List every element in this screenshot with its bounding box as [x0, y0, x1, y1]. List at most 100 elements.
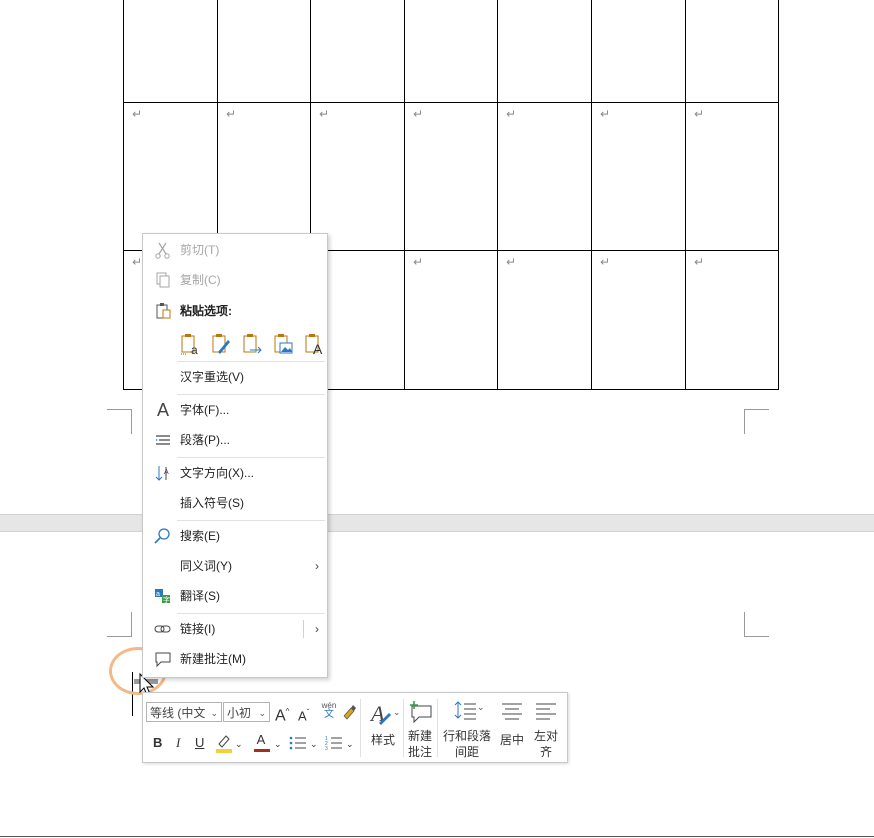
grow-font-button[interactable]: A^: [275, 704, 289, 724]
table-col-border: [591, 0, 592, 390]
paragraph-mark: ↵: [132, 107, 143, 121]
align-left-label-line1: 左对: [533, 729, 558, 743]
shrink-font-button[interactable]: Aˇ: [298, 705, 309, 724]
styles-icon: A ⌄: [369, 701, 399, 726]
svg-text:⌄: ⌄: [477, 702, 484, 712]
toolbar-separator: [403, 699, 404, 757]
paste-keep-source-icon[interactable]: a: [179, 332, 201, 357]
font-family-select[interactable]: 等线 (中文 ⌄: [146, 702, 222, 722]
table-col-border: [778, 0, 779, 390]
align-center-icon: [502, 703, 522, 720]
chevron-down-icon: ⌄: [258, 708, 266, 718]
paste-keep-source-icon: a: [181, 334, 198, 357]
submenu-arrow-icon[interactable]: ›: [315, 622, 319, 636]
chevron-down-icon[interactable]: ⌄: [235, 736, 243, 752]
context-menu: 剪切(T) 复制(C) 粘贴选项: a A 汉字重选(V) A 字体(F)...…: [142, 233, 328, 678]
line-spacing-button[interactable]: ⌄ 行和段落 间距: [440, 699, 494, 759]
align-center-button[interactable]: 居中: [496, 699, 528, 757]
menu-item-cut[interactable]: 剪切(T): [143, 237, 327, 263]
numbered-list-icon[interactable]: 1 2 3: [325, 735, 343, 751]
line-spacing-label-line1: 行和段落: [442, 729, 491, 743]
shrink-font-label: A: [298, 708, 307, 724]
paste-picture-icon[interactable]: [272, 332, 294, 356]
comment-add-icon: [410, 701, 432, 724]
chevron-down-icon: ⌄: [210, 708, 218, 718]
highlighter-icon[interactable]: [215, 733, 233, 753]
page-corner-mark: [744, 409, 769, 434]
text-direction-icon: A: [155, 466, 169, 481]
font-icon: A: [156, 400, 169, 420]
paragraph-mark: ↵: [506, 255, 517, 269]
paste-text-only-icon[interactable]: A: [303, 332, 325, 357]
menu-item-translate[interactable]: a 字 翻译(S): [143, 583, 327, 609]
menu-item-new-comment[interactable]: 新建批注(M): [143, 646, 327, 672]
format-painter-icon[interactable]: [340, 703, 358, 721]
menu-item-synonyms[interactable]: 同义词(Y) ›: [143, 553, 327, 579]
svg-text:a: a: [156, 591, 160, 598]
paste-merge-format-icon: [212, 334, 230, 354]
styles-label: 样式: [370, 733, 395, 747]
paragraph-mark: ↵: [413, 107, 424, 121]
chevron-down-icon[interactable]: ⌄: [310, 736, 318, 752]
page-corner-mark: [107, 612, 132, 637]
chevron-down-icon[interactable]: ⌄: [274, 736, 282, 752]
svg-text:a: a: [191, 343, 198, 356]
caret-down-icon: ˇ: [306, 708, 310, 717]
bold-button[interactable]: B: [153, 735, 162, 751]
align-center-label: 居中: [499, 733, 524, 747]
paste-picture-icon: [274, 334, 293, 354]
menu-item-label: 字体(F)...: [180, 403, 230, 417]
menu-item-label: 剪切(T): [180, 243, 220, 257]
menu-item-label: 汉字重选(V): [180, 370, 244, 384]
page-bottom-edge: [0, 836, 874, 837]
paragraph-mark: ↵: [506, 107, 517, 121]
page-corner-mark: [744, 612, 769, 637]
align-left-label-line2: 齐: [539, 745, 552, 759]
menu-item-label: 翻译(S): [180, 589, 220, 603]
menu-separator: [177, 457, 325, 458]
table-col-border: [123, 0, 124, 390]
grow-font-label: A: [275, 707, 286, 725]
menu-item-label: 插入符号(S): [180, 496, 244, 510]
phonetic-guide-button[interactable]: wén 文: [320, 702, 338, 720]
menu-item-label: 同义词(Y): [180, 559, 232, 573]
menu-item-hanzi-reselect[interactable]: 汉字重选(V): [143, 364, 327, 390]
menu-item-paragraph[interactable]: 段落(P)...: [143, 427, 327, 453]
paste-text-only-icon: A: [305, 334, 323, 357]
paragraph-mark: ↵: [226, 107, 237, 121]
menu-item-copy[interactable]: 复制(C): [143, 267, 327, 293]
paragraph-icon: [156, 435, 170, 445]
styles-button[interactable]: A ⌄ 样式: [365, 699, 401, 757]
paste-link-icon[interactable]: [241, 332, 263, 356]
menu-item-label: 段落(P)...: [180, 433, 230, 447]
toolbar-separator: [437, 699, 438, 757]
search-icon: [154, 528, 170, 544]
menu-section-paste-options: 粘贴选项:: [143, 298, 327, 324]
menu-item-insert-symbol[interactable]: 插入符号(S): [143, 490, 327, 516]
font-size-select[interactable]: 小初 ⌄: [223, 702, 270, 722]
font-color-label: A: [256, 732, 266, 747]
paste-merge-format-icon[interactable]: [210, 332, 232, 356]
underline-button[interactable]: U: [195, 735, 204, 751]
phonetic-bottom: 文: [324, 709, 334, 720]
align-left-icon: [536, 703, 556, 720]
font-family-value: 等线 (中文: [150, 706, 206, 720]
chevron-down-icon[interactable]: ⌄: [346, 736, 354, 752]
link-icon: [154, 625, 171, 633]
menu-item-text-direction[interactable]: A 文字方向(X)...: [143, 460, 327, 486]
mini-toolbar: 等线 (中文 ⌄ 小初 ⌄ A^ Aˇ wén 文 B I U ⌄ A ⌄ ⌄ …: [142, 692, 568, 763]
menu-item-search[interactable]: 搜索(E): [143, 523, 327, 549]
italic-button[interactable]: I: [176, 735, 180, 751]
new-comment-button[interactable]: 新建 批注: [405, 699, 435, 759]
paste-link-icon: [243, 334, 262, 354]
svg-text:3: 3: [325, 746, 328, 751]
menu-item-font[interactable]: A 字体(F)...: [143, 397, 327, 423]
align-left-button[interactable]: 左对 齐: [530, 699, 562, 759]
font-color-button[interactable]: A: [254, 732, 270, 752]
menu-item-link[interactable]: 链接(I) ›: [143, 616, 327, 642]
paste-options-label: 粘贴选项:: [180, 304, 232, 318]
line-spacing-icon: ⌄: [454, 701, 484, 720]
split-divider: [303, 620, 304, 638]
bullet-list-icon[interactable]: [289, 735, 307, 751]
menu-item-label: 新建批注(M): [180, 652, 246, 666]
